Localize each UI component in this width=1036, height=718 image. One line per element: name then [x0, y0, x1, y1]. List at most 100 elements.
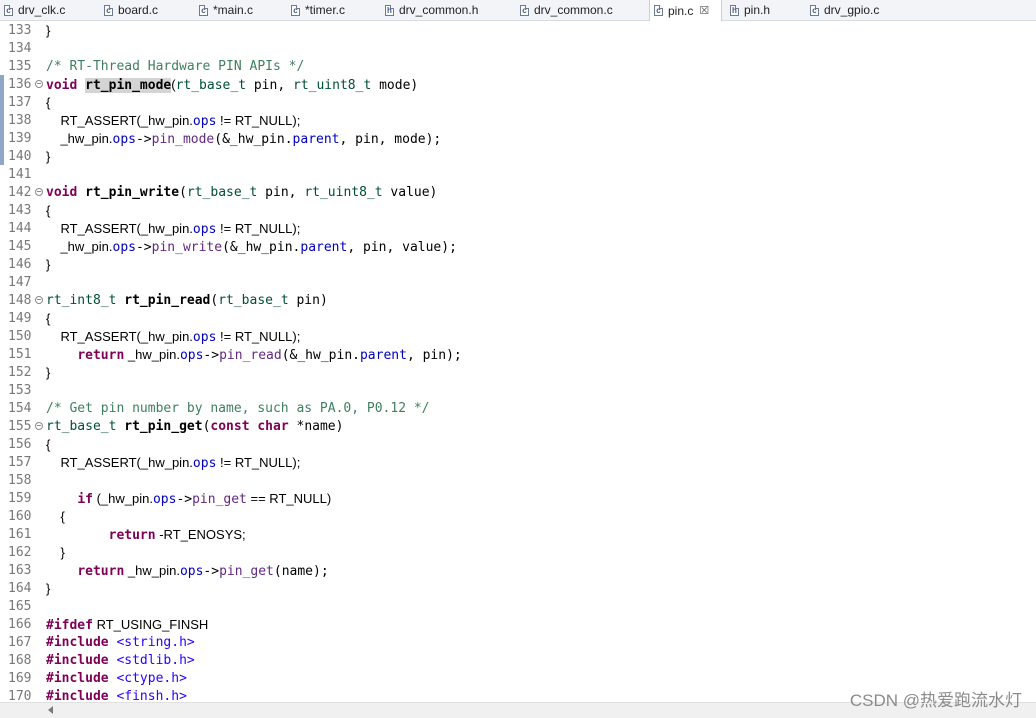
code-text: #include <stdlib.h>: [46, 652, 195, 670]
code-text: /* RT-Thread Hardware PIN APIs */: [46, 58, 304, 76]
watermark: CSDN @热爱跑流水灯: [849, 691, 1022, 710]
tab-label: drv_common.c: [534, 3, 613, 17]
header-file-icon: h: [385, 4, 394, 16]
code-token: != RT_NULL);: [216, 455, 301, 470]
code-token: #include: [46, 635, 109, 650]
code-line[interactable]: 140}: [0, 148, 1036, 166]
code-line[interactable]: 168 #include <stdlib.h>: [0, 652, 1036, 670]
code-line[interactable]: 162 }: [0, 544, 1036, 562]
code-line[interactable]: 167 #include <string.h>: [0, 634, 1036, 652]
code-line[interactable]: 166 #ifdef RT_USING_FINSH: [0, 616, 1036, 634]
code-line[interactable]: 133}: [0, 22, 1036, 40]
line-number: 154: [8, 401, 32, 416]
code-line[interactable]: 154 /* Get pin number by name, such as PA…: [0, 400, 1036, 418]
tab-drv-common-c[interactable]: c drv_common.c: [520, 0, 650, 20]
code-line[interactable]: 158: [0, 472, 1036, 490]
code-token: ops: [192, 114, 217, 129]
code-token: rt_base_t: [46, 419, 117, 434]
code-token: != RT_NULL);: [216, 113, 301, 128]
code-token: pin,: [246, 78, 293, 93]
tab-timer-c[interactable]: c *timer.c: [291, 0, 383, 20]
code-token: {: [46, 95, 51, 110]
code-token: RT_ASSERT(_hw_pin.: [46, 221, 193, 236]
code-line[interactable]: 164}: [0, 580, 1036, 598]
code-text: {: [46, 508, 64, 527]
c-file-icon: c: [654, 5, 663, 16]
code-line[interactable]: 147: [0, 274, 1036, 292]
code-line[interactable]: 137 {: [0, 94, 1036, 112]
c-file-icon: c: [810, 4, 819, 16]
tab-pin-h[interactable]: h pin.h: [730, 0, 806, 20]
scroll-left-arrow-icon[interactable]: [48, 706, 53, 714]
code-line[interactable]: 145 _hw_pin.ops->pin_write(&_hw_pin.pare…: [0, 238, 1036, 256]
code-token: ->: [203, 564, 220, 579]
tab-close-icon[interactable]: ☒: [699, 4, 709, 17]
code-line[interactable]: 153: [0, 382, 1036, 400]
code-token: }: [46, 545, 65, 560]
code-line[interactable]: 148− rt_int8_t rt_pin_read(rt_base_t pin): [0, 292, 1036, 310]
code-line[interactable]: 149 {: [0, 310, 1036, 328]
code-line[interactable]: 157 RT_ASSERT(_hw_pin.ops != RT_NULL);: [0, 454, 1036, 472]
code-line[interactable]: 163 return _hw_pin.ops->pin_get(name);: [0, 562, 1036, 580]
tab-drv-clk-c[interactable]: c drv_clk.c: [4, 0, 99, 20]
code-line[interactable]: 134: [0, 40, 1036, 58]
code-token: RT_ASSERT(_hw_pin.: [46, 113, 193, 128]
code-token: _hw_pin.: [124, 347, 180, 362]
code-line[interactable]: 142− void rt_pin_write(rt_base_t pin, rt_…: [0, 184, 1036, 202]
code-text: rt_int8_t rt_pin_read(rt_base_t pin): [46, 292, 328, 310]
code-text: {: [46, 94, 50, 113]
tab-label: pin.h: [744, 3, 771, 17]
code-line[interactable]: 159 if (_hw_pin.ops->pin_get == RT_NULL): [0, 490, 1036, 508]
code-token: , pin);: [406, 348, 462, 363]
code-line[interactable]: 141: [0, 166, 1036, 184]
fold-toggle-icon[interactable]: −: [35, 296, 43, 304]
line-number: 147: [8, 275, 32, 290]
code-text: }: [46, 544, 65, 563]
code-line[interactable]: 155− rt_base_t rt_pin_get(const char *nam…: [0, 418, 1036, 436]
code-line[interactable]: 144 RT_ASSERT(_hw_pin.ops != RT_NULL);: [0, 220, 1036, 238]
code-line[interactable]: 151 return _hw_pin.ops->pin_read(&_hw_pi…: [0, 346, 1036, 364]
code-text: {: [46, 436, 50, 455]
code-token: pin): [288, 293, 328, 308]
line-number: 137: [8, 95, 32, 110]
line-number: 161: [8, 527, 32, 542]
code-line[interactable]: 165: [0, 598, 1036, 616]
code-line[interactable]: 152}: [0, 364, 1036, 382]
editor-tab-bar: c drv_clk.c c board.c c *main.c c *timer.c h drv_…: [0, 0, 1036, 21]
code-token: ops: [179, 564, 204, 579]
code-token: == RT_NULL): [246, 491, 332, 506]
tab-label: pin.c: [668, 3, 694, 18]
code-line[interactable]: 138 RT_ASSERT(_hw_pin.ops != RT_NULL);: [0, 112, 1036, 130]
code-token: pin_get: [192, 492, 247, 507]
code-text: }: [46, 256, 50, 275]
fold-toggle-icon[interactable]: −: [35, 188, 43, 196]
tab-drv-common-h[interactable]: h drv_common.h: [385, 0, 515, 20]
code-line[interactable]: 146}: [0, 256, 1036, 274]
code-text: if (_hw_pin.ops->pin_get == RT_NULL): [46, 490, 331, 509]
line-number: 138: [8, 113, 32, 128]
code-line[interactable]: 136− void rt_pin_mode(rt_base_t pin, rt_u…: [0, 76, 1036, 94]
code-line[interactable]: 161 return -RT_ENOSYS;: [0, 526, 1036, 544]
code-token: (_hw_pin.: [92, 491, 153, 506]
code-line[interactable]: 139 _hw_pin.ops->pin_mode(&_hw_pin.paren…: [0, 130, 1036, 148]
code-token: rt_base_t: [175, 78, 247, 93]
code-line[interactable]: 143 {: [0, 202, 1036, 220]
fold-toggle-icon[interactable]: −: [35, 422, 43, 430]
code-line[interactable]: 160 {: [0, 508, 1036, 526]
code-editor[interactable]: 133} 134 135/* RT-Thread Hardware PIN APIs…: [0, 21, 1036, 704]
code-line[interactable]: 135 /* RT-Thread Hardware PIN APIs */: [0, 58, 1036, 76]
code-line[interactable]: 150 RT_ASSERT(_hw_pin.ops != RT_NULL);: [0, 328, 1036, 346]
tab-main-c[interactable]: c *main.c: [199, 0, 289, 20]
code-line[interactable]: 156 {: [0, 436, 1036, 454]
tab-drv-gpio-c[interactable]: c drv_gpio.c: [810, 0, 910, 20]
tab-board-c[interactable]: c board.c: [104, 0, 196, 20]
line-number: 143: [8, 203, 32, 218]
tab-pin-c[interactable]: c pin.c ☒: [649, 0, 722, 21]
code-token: parent: [300, 240, 348, 255]
fold-toggle-icon[interactable]: −: [35, 80, 43, 88]
code-text: /* Get pin number by name, such as PA.0,…: [46, 400, 430, 418]
code-token: return: [108, 528, 156, 543]
code-text: #include <string.h>: [46, 634, 195, 652]
